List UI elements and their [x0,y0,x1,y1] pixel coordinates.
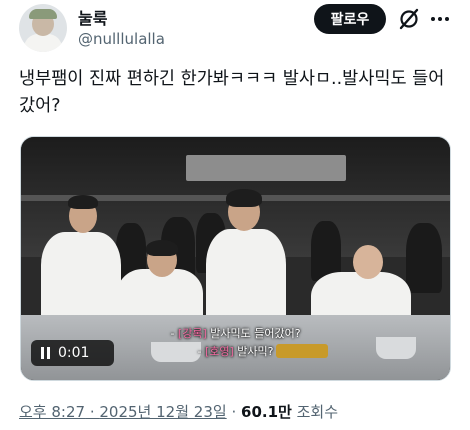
avatar[interactable] [19,4,67,52]
meta-separator: · [231,403,237,421]
video-player[interactable]: - [강록] 발사믹도 들어갔어? - [호영] 발사믹? 0:01 [20,136,451,381]
subtitle-speaker: [강록] [177,327,207,340]
tweet-text: 냉부팸이 진짜 편하긴 한가봐ㅋㅋㅋ 발사ㅁ..발사믹도 들어갔어? [19,69,445,116]
chef-center-left-hair [146,240,178,256]
pause-icon[interactable] [41,347,50,359]
follow-button[interactable]: 팔로우 [314,4,386,34]
user-handle[interactable]: @nulllulalla [78,30,165,48]
kitchen-hood [186,155,346,181]
tweet-meta: 오후 8:27 · 2025년 12월 23일 · 60.1만 조회수 [19,401,338,422]
view-count-label: 조회수 [296,403,339,421]
view-count: 60.1만 [241,403,292,421]
more-dots-icon[interactable] [429,8,451,30]
tweet-header: 눌룩 @nulllulalla 팔로우 [0,0,470,58]
subtitle-text: 발사믹도 들어갔어? [210,327,301,340]
chef-center-hair [226,189,262,207]
video-elapsed-time: 0:01 [58,345,90,361]
background-person [406,223,442,293]
subtitle-text: 발사믹? [237,345,274,358]
tweet-timestamp[interactable]: 오후 8:27 · 2025년 12월 23일 [19,403,227,421]
chef-left-hair [68,195,98,209]
chef-right-head [353,245,383,279]
video-controls[interactable]: 0:01 [31,340,114,366]
avatar-cap [29,9,57,19]
subtitle-line-1: - [강록] 발사믹도 들어갔어? [170,327,301,340]
display-name[interactable]: 눌룩 [78,5,107,29]
subtitle-speaker: [호영] [204,345,234,358]
grok-slash-icon[interactable] [398,8,420,30]
avatar-body [24,34,62,52]
